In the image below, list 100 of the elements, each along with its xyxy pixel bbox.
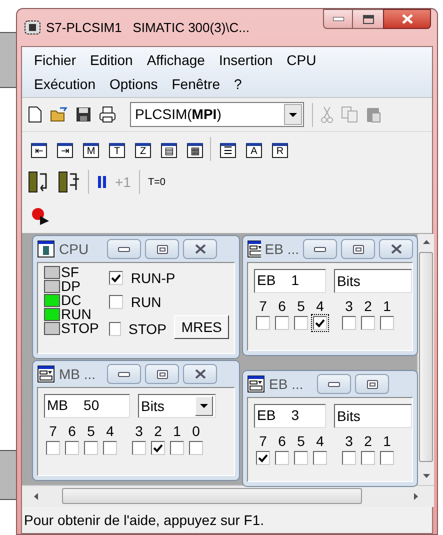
checkbox[interactable] [46,441,60,455]
checkbox[interactable] [380,316,394,330]
address-field[interactable]: MB 50 [44,394,130,418]
minimize-button[interactable] [107,239,141,259]
format-dropdown[interactable]: Bits [334,269,412,293]
vertical-scrollbar[interactable] [417,234,434,485]
restore-button[interactable] [355,374,389,394]
scrollbar-thumb[interactable] [419,252,433,462]
led-label: RUN [61,307,92,321]
checkbox[interactable] [151,441,165,455]
menu-item[interactable]: ? [234,74,242,95]
restore-button[interactable] [145,364,179,384]
dropdown-arrow-icon [289,112,297,116]
bit-label: 4 [316,299,324,314]
close-button[interactable] [383,9,431,29]
bit-label: 5 [297,299,305,314]
led-label: DC [61,293,82,307]
restore-icon [352,244,364,254]
menu-item[interactable]: Fenêtre [172,74,220,95]
mres-button[interactable]: MRES [174,315,229,339]
mode-icon[interactable] [28,171,50,193]
checkbox[interactable] [361,316,375,330]
checkbox[interactable] [361,451,375,465]
checkbox[interactable] [294,451,308,465]
child-window-title: MB ... [59,364,97,384]
checkbox[interactable] [275,316,289,330]
save-icon[interactable] [76,107,91,122]
bit-label: 3 [345,299,353,314]
bit-label: 7 [259,434,267,449]
close-icon [194,369,206,379]
scrollbar-thumb[interactable] [62,488,362,504]
close-button[interactable] [379,239,413,259]
close-icon [402,14,412,24]
scroll-up-arrow-icon[interactable] [423,240,430,244]
checkbox[interactable] [132,441,146,455]
menu-item[interactable]: Exécution [34,74,96,95]
variable-icon [247,240,261,258]
minimize-button[interactable] [303,239,337,259]
bit-label: 0 [192,424,200,439]
restore-button[interactable] [145,239,179,259]
checkbox[interactable] [256,316,270,330]
checkbox[interactable] [65,441,79,455]
menu-item[interactable]: Fichier [34,50,76,71]
bit-label: 2 [364,299,372,314]
bit-label: 7 [259,299,267,314]
checkbox[interactable] [256,451,270,465]
address-field[interactable]: EB 1 [254,269,326,293]
menu-item[interactable]: Insertion [218,50,273,71]
scroll-down-arrow-icon[interactable] [423,474,430,478]
minimize-button[interactable] [317,374,351,394]
checkbox[interactable] [275,451,289,465]
bit-label: 4 [106,424,114,439]
bit-label: 5 [297,434,305,449]
child-window-title: CPU [59,240,90,258]
mode-icon[interactable] [58,171,80,193]
open-folder-icon[interactable] [50,107,68,122]
bit-label: 7 [49,424,57,439]
checkbox[interactable] [108,271,123,285]
minimize-button[interactable] [323,9,353,29]
new-file-icon[interactable] [28,106,42,123]
menu-item[interactable]: Options [109,74,158,95]
checkbox[interactable] [189,441,203,455]
checkbox[interactable] [108,295,123,309]
mode-label: STOP [128,322,166,336]
bit-label: 1 [383,299,391,314]
checkbox[interactable] [342,451,356,465]
menu-item[interactable]: CPU [286,50,316,71]
step-button[interactable]: T=0 [148,174,166,190]
close-button[interactable] [183,364,217,384]
minimize-icon [314,246,326,252]
checkbox[interactable] [313,451,327,465]
checkbox[interactable] [103,441,117,455]
minimize-button[interactable] [107,364,141,384]
child-window-title: EB ... [264,240,299,258]
maximize-button[interactable] [353,9,383,29]
pause-icon[interactable] [97,176,107,188]
checkbox[interactable] [84,441,98,455]
led-label: SF [61,265,79,279]
checkbox[interactable] [170,441,184,455]
mode-label: RUN-P [130,271,176,285]
checkbox[interactable] [380,451,394,465]
menu-item[interactable]: Affichage [146,50,205,71]
close-button[interactable] [183,239,217,259]
connection-dropdown[interactable]: PLCSIM(MPI) [130,102,304,127]
record-icon[interactable] [30,206,50,224]
scroll-right-arrow-icon[interactable] [414,493,418,500]
horizontal-scrollbar[interactable] [22,485,434,507]
format-dropdown[interactable]: Bits [334,404,412,428]
checkbox[interactable] [342,316,356,330]
format-dropdown[interactable]: Bits [138,394,216,418]
menu-item[interactable]: Edition [90,50,133,71]
address-field[interactable]: EB 3 [254,404,326,428]
restore-button[interactable] [341,239,375,259]
bit-label: 2 [154,424,162,439]
scroll-left-arrow-icon[interactable] [34,493,38,500]
checkbox[interactable] [294,316,308,330]
checkbox[interactable] [108,322,121,336]
restore-icon [366,380,378,388]
print-icon[interactable] [99,106,116,123]
dropdown-arrow-icon [200,404,208,408]
